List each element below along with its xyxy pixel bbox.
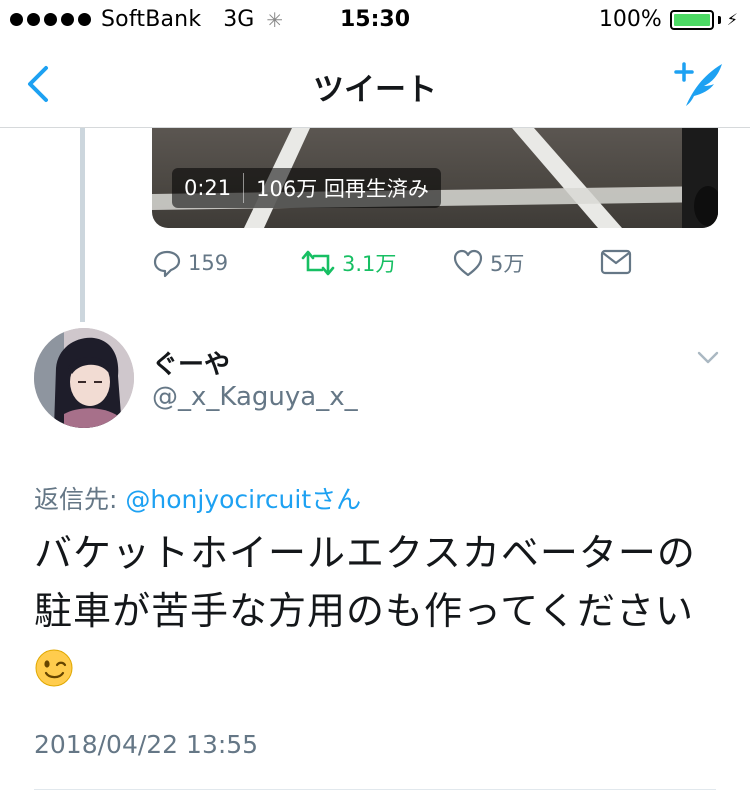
retweet-icon [301,250,335,276]
page-title: ツイート [313,72,437,108]
charging-icon: ⚡ [726,10,738,29]
envelope-icon [600,249,632,275]
display-name[interactable]: ぐーや [152,344,230,381]
reply-mention-link[interactable]: @honjyocircuit [125,485,311,514]
user-handle[interactable]: @_x_Kaguya_x_ [152,382,358,412]
retweet-button[interactable]: 3.1万 [300,248,396,278]
direct-message-button[interactable] [600,248,638,276]
avatar[interactable] [34,328,134,428]
profile-picture [34,328,134,428]
video-duration: 0:21 [172,173,245,203]
video-thumbnail[interactable]: 0:21 106万 回再生済み [152,128,718,228]
divider [34,789,716,790]
reply-icon [153,250,181,278]
reply-mention-suffix: さん [311,485,362,514]
tweet-action-bar: 159 3.1万 5万 [152,248,652,288]
tweet-text: バケットホイールエクスカベーターの駐車が苦手な方用のも作ってください [34,524,724,698]
chevron-down-icon [697,351,719,364]
battery-tip [717,15,721,24]
battery-level-fill [673,13,710,26]
winking-face-emoji-icon [35,649,73,687]
status-right: 100% ⚡ [599,7,738,32]
like-count: 5万 [490,252,525,276]
tweet-timestamp: 2018/04/22 13:55 [34,730,259,759]
status-bar: SoftBank 3G ✳ 15:30 100% ⚡ [0,0,750,40]
battery-icon [669,9,714,30]
compose-tweet-button[interactable] [672,58,726,110]
like-button[interactable]: 5万 [452,248,524,278]
compose-tweet-icon [674,62,722,106]
thread-connector-line [80,128,85,322]
video-info-badge: 0:21 106万 回再生済み [172,168,441,208]
heart-icon [453,249,483,277]
reply-to-line: 返信先: @honjyocircuitさん [34,480,361,516]
tweet-body: バケットホイールエクスカベーターの駐車が苦手な方用のも作ってください [34,531,696,633]
reply-button[interactable]: 159 [152,248,228,278]
navigation-bar: ツイート [0,40,750,128]
tweet-options-button[interactable] [696,350,720,366]
retweet-count: 3.1万 [342,252,397,276]
battery-percent: 100% [598,7,662,32]
reply-count: 159 [188,251,229,275]
tweet-detail-screen: SoftBank 3G ✳ 15:30 100% ⚡ ツイート 0:21 106… [0,0,750,800]
reply-to-label: 返信先: [34,485,126,514]
video-view-count: 106万 回再生済み [256,177,429,201]
